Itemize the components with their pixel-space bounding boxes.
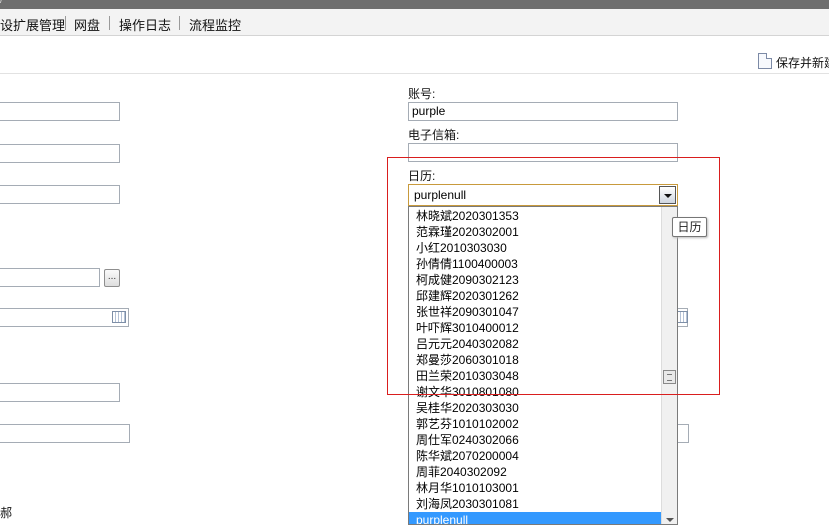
menu-separator bbox=[65, 16, 66, 30]
left-text-field-4[interactable] bbox=[0, 383, 120, 402]
calendar-option[interactable]: purplenull bbox=[409, 512, 662, 524]
calendar-option[interactable]: 张世祥2090301047 bbox=[409, 304, 662, 320]
menu-bar: 设扩展管理 网盘 操作日志 流程监控 bbox=[0, 9, 829, 36]
calendar-option[interactable]: 谢文华3010801080 bbox=[409, 384, 662, 400]
left-text-field-3[interactable] bbox=[0, 185, 120, 204]
picker-button[interactable]: ... bbox=[104, 269, 120, 287]
calendar-option[interactable]: 小红2010303030 bbox=[409, 240, 662, 256]
menu-item-process-monitor[interactable]: 流程监控 bbox=[189, 15, 241, 34]
left-text-field-5[interactable] bbox=[0, 424, 130, 443]
window-title-bar: / bbox=[0, 0, 829, 9]
menu-item-operation-log[interactable]: 操作日志 bbox=[119, 15, 171, 34]
calendar-option[interactable]: 邱建辉2020301262 bbox=[409, 288, 662, 304]
left-text-field-1[interactable] bbox=[0, 102, 120, 121]
calendar-option[interactable]: 林晓斌2020301353 bbox=[409, 208, 662, 224]
left-date-field[interactable] bbox=[0, 308, 129, 327]
calendar-label: 日历: bbox=[408, 169, 436, 183]
calendar-option[interactable]: 郭艺芬1010102002 bbox=[409, 416, 662, 432]
menu-item-extension-management[interactable]: 设扩展管理 bbox=[0, 15, 65, 34]
department-label-fragment: 郝 bbox=[0, 506, 13, 520]
scrollbar-thumb[interactable] bbox=[663, 370, 676, 384]
dropdown-scrollbar[interactable] bbox=[661, 207, 677, 524]
calendar-tooltip: 日历 bbox=[672, 217, 707, 237]
email-input[interactable] bbox=[408, 143, 678, 162]
toolbar-divider bbox=[0, 73, 829, 74]
calendar-option[interactable]: 陈华斌2070200004 bbox=[409, 448, 662, 464]
calendar-option[interactable]: 郑曼莎2060301018 bbox=[409, 352, 662, 368]
calendar-option[interactable]: 吴桂华2020303030 bbox=[409, 400, 662, 416]
document-icon bbox=[758, 53, 772, 69]
calendar-option[interactable]: 吕元元2040302082 bbox=[409, 336, 662, 352]
calendar-option[interactable]: 田兰荣2010303048 bbox=[409, 368, 662, 384]
chevron-down-icon[interactable] bbox=[659, 186, 676, 204]
calendar-option[interactable]: 叶吓辉3010400012 bbox=[409, 320, 662, 336]
account-label: 账号: bbox=[408, 87, 436, 101]
calendar-dropdown-list[interactable]: 林晓斌2020301353 范霖瑾2020302001 小红2010303030 孙倩… bbox=[408, 206, 678, 525]
calendar-select-value: purplenull bbox=[414, 188, 467, 202]
calendar-icon[interactable] bbox=[112, 311, 126, 323]
calendar-option[interactable]: 范霖瑾2020302001 bbox=[409, 224, 662, 240]
save-and-new-label: 保存并新建 bbox=[776, 56, 829, 70]
menu-item-netdisk[interactable]: 网盘 bbox=[74, 15, 100, 34]
calendar-option[interactable]: 柯成健2090302123 bbox=[409, 272, 662, 288]
calendar-option[interactable]: 周菲2040302092 bbox=[409, 464, 662, 480]
email-label: 电子信箱: bbox=[408, 128, 460, 142]
account-input[interactable]: purple bbox=[408, 102, 678, 121]
left-picker-field[interactable] bbox=[0, 268, 100, 287]
left-text-field-2[interactable] bbox=[0, 144, 120, 163]
calendar-option[interactable]: 刘海凤2030301081 bbox=[409, 496, 662, 512]
scroll-down-arrow-icon[interactable] bbox=[666, 518, 674, 522]
calendar-option[interactable]: 周仕军0240302066 bbox=[409, 432, 662, 448]
window-title-fragment: / bbox=[0, 0, 3, 6]
menu-separator bbox=[109, 16, 110, 30]
menu-separator bbox=[179, 16, 180, 30]
calendar-select[interactable]: purplenull bbox=[408, 184, 678, 206]
calendar-option[interactable]: 孙倩倩1100400003 bbox=[409, 256, 662, 272]
calendar-option[interactable]: 林月华1010103001 bbox=[409, 480, 662, 496]
